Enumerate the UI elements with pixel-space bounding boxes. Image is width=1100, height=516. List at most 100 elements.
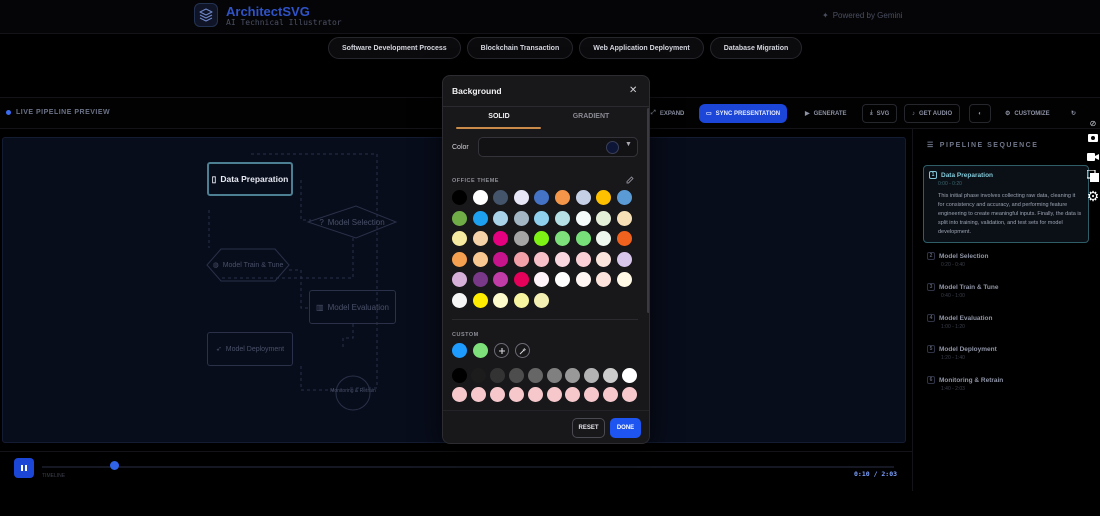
color-swatch[interactable] [575, 190, 591, 205]
step-data-preparation[interactable]: 1 Data Preparation 0:00 - 0:20 This init… [923, 165, 1089, 243]
color-swatch[interactable] [513, 210, 529, 226]
dialog-scrollbar[interactable] [647, 108, 649, 313]
svg-download-button[interactable]: ⤓ SVG [862, 104, 898, 123]
color-swatch[interactable] [575, 231, 591, 247]
link-icon[interactable]: ⊘ [1086, 119, 1100, 128]
preset-software-development[interactable]: Software Development Process [328, 37, 461, 59]
color-swatch[interactable] [534, 293, 550, 308]
color-swatch[interactable] [555, 251, 570, 267]
color-swatch[interactable] [575, 272, 591, 288]
color-swatch[interactable] [493, 190, 509, 205]
copy-icon[interactable] [1086, 170, 1100, 182]
color-swatch[interactable] [555, 190, 570, 205]
color-swatch[interactable] [452, 272, 467, 288]
customize-button[interactable]: ⚙ CUSTOMIZE [998, 104, 1057, 123]
color-swatch[interactable] [493, 272, 509, 288]
color-swatch[interactable] [493, 231, 509, 247]
color-swatch[interactable] [555, 210, 570, 226]
tint-swatch[interactable] [603, 387, 619, 402]
color-swatch[interactable] [452, 190, 467, 205]
node-data-preparation[interactable]: ▯ Data Preparation [207, 162, 293, 196]
color-swatch[interactable] [575, 210, 591, 226]
tint-swatch[interactable] [622, 387, 638, 402]
tint-swatch[interactable] [452, 387, 467, 402]
timeline-track[interactable] [42, 466, 894, 468]
color-swatch[interactable] [513, 293, 529, 308]
color-swatch[interactable] [534, 210, 550, 226]
color-swatch[interactable] [513, 190, 529, 205]
pause-button[interactable] [14, 458, 34, 478]
color-swatch[interactable] [596, 231, 612, 247]
color-swatch[interactable] [616, 251, 632, 267]
node-model-train-tune[interactable]: ◍ Model Train & Tune [207, 248, 289, 282]
tint-swatch[interactable] [584, 387, 600, 402]
color-swatch[interactable] [596, 190, 612, 205]
tint-swatch[interactable] [489, 387, 505, 402]
step-monitoring-retrain[interactable]: 6 Monitoring & Retrain 1:40 - 2:03 [927, 376, 1095, 392]
expand-button[interactable]: ⤢ EXPAND [644, 104, 691, 123]
gray-swatch[interactable] [489, 368, 505, 383]
timeline-scrubber[interactable] [110, 461, 120, 470]
color-swatch[interactable] [472, 190, 488, 205]
refresh-icon[interactable]: ↻ [1064, 104, 1083, 123]
color-swatch[interactable] [534, 272, 550, 288]
gray-swatch[interactable] [470, 368, 486, 383]
color-picker-field[interactable]: ▼ [478, 137, 638, 157]
color-swatch[interactable] [493, 210, 509, 226]
reset-button[interactable]: RESET [572, 418, 605, 438]
color-swatch[interactable] [452, 293, 467, 308]
video-icon[interactable] [1086, 151, 1100, 163]
tint-swatch[interactable] [565, 387, 581, 402]
color-swatch[interactable] [472, 293, 488, 308]
color-swatch[interactable] [493, 251, 509, 267]
color-swatch[interactable] [555, 231, 570, 247]
color-swatch[interactable] [596, 272, 612, 288]
tab-solid[interactable]: SOLID [457, 113, 541, 120]
camera-icon[interactable] [1086, 131, 1100, 143]
gear-icon[interactable]: ⚙ [1086, 188, 1100, 205]
step-model-evaluation[interactable]: 4 Model Evaluation 1:00 - 1:20 [927, 314, 1095, 330]
custom-color-swatch[interactable] [452, 343, 467, 358]
eyedropper-button[interactable] [515, 343, 530, 358]
gray-swatch[interactable] [584, 368, 600, 383]
gray-swatch[interactable] [527, 368, 543, 383]
color-swatch[interactable] [575, 251, 591, 267]
color-swatch[interactable] [596, 210, 612, 226]
sync-presentation-button[interactable]: ▭ SYNC PRESENTATION [699, 104, 788, 123]
preset-database-migration[interactable]: Database Migration [709, 37, 803, 59]
gray-swatch[interactable] [452, 368, 467, 383]
gray-swatch[interactable] [546, 368, 562, 383]
color-swatch[interactable] [555, 272, 570, 288]
preset-blockchain[interactable]: Blockchain Transaction [466, 37, 574, 59]
color-swatch[interactable] [513, 251, 529, 267]
color-swatch[interactable] [472, 231, 488, 247]
node-model-deployment[interactable]: ➶ Model Deployment [207, 332, 293, 366]
gray-swatch[interactable] [508, 368, 524, 383]
gray-swatch[interactable] [603, 368, 619, 383]
tint-swatch[interactable] [527, 387, 543, 402]
color-swatch[interactable] [534, 231, 550, 247]
tint-swatch[interactable] [508, 387, 524, 402]
preset-web-deployment[interactable]: Web Application Deployment [579, 37, 704, 59]
color-swatch[interactable] [534, 251, 550, 267]
get-audio-button[interactable]: ♪ GET AUDIO [904, 104, 961, 123]
color-swatch[interactable] [513, 231, 529, 247]
color-swatch[interactable] [616, 231, 632, 247]
color-swatch[interactable] [513, 272, 529, 288]
color-swatch[interactable] [472, 251, 488, 267]
tab-gradient[interactable]: GRADIENT [549, 113, 633, 120]
color-swatch[interactable] [472, 272, 488, 288]
color-swatch[interactable] [452, 231, 467, 247]
step-model-selection[interactable]: 2 Model Selection 0:20 - 0:40 [927, 252, 1095, 268]
color-swatch[interactable] [452, 210, 467, 226]
node-model-evaluation[interactable]: ▥ Model Evaluation [309, 290, 396, 324]
add-color-button[interactable] [494, 343, 509, 358]
color-swatch[interactable] [534, 190, 550, 205]
color-swatch[interactable] [452, 251, 467, 267]
pencil-icon[interactable] [626, 176, 634, 184]
step-model-train-tune[interactable]: 3 Model Train & Tune 0:40 - 1:00 [927, 283, 1095, 299]
color-swatch[interactable] [616, 190, 632, 205]
color-swatch[interactable] [596, 251, 612, 267]
color-swatch[interactable] [493, 293, 509, 308]
generate-button[interactable]: ▶ GENERATE [798, 104, 854, 123]
